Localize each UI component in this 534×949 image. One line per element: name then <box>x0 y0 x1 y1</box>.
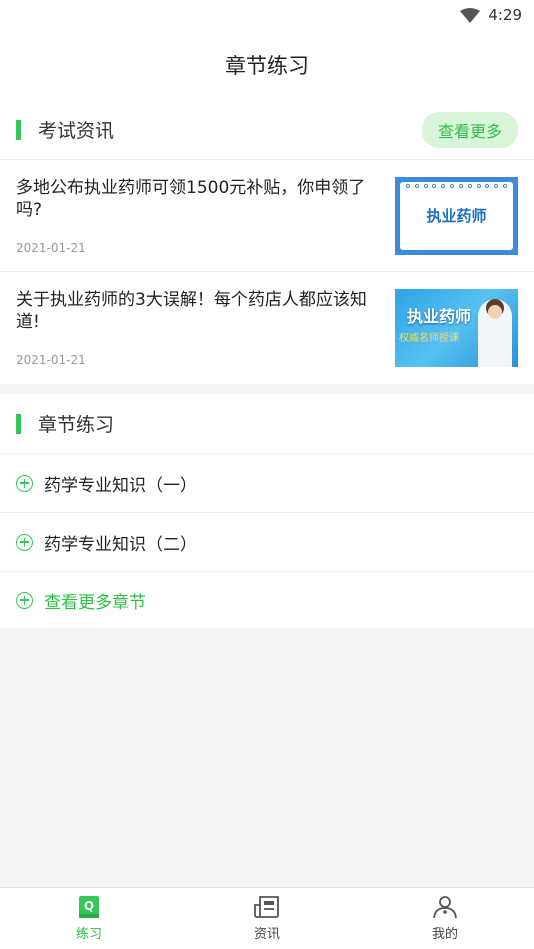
plus-circle-icon <box>16 533 33 551</box>
news-section-title: 考试资讯 <box>38 120 115 142</box>
chapters-section-title: 章节练习 <box>38 414 115 436</box>
news-section-header: 考试资讯 查看更多 <box>0 100 534 160</box>
status-time: 4:29 <box>488 6 522 24</box>
bottom-tab-bar: Q 练习 资讯 我的 <box>0 887 534 949</box>
news-date: 2021-01-21 <box>16 353 86 367</box>
view-more-button[interactable]: 查看更多 <box>421 111 518 148</box>
chapter-item[interactable]: 药学专业知识（二） <box>0 513 534 572</box>
tab-profile-label: 我的 <box>431 927 458 942</box>
news-item[interactable]: 关于执业药师的3大误解！每个药店人都应该知道! 2021-01-21 执业药师 … <box>0 272 534 384</box>
news-item[interactable]: 多地公布执业药师可领1500元补贴，你申领了吗? 2021-01-21 执业药师 <box>0 160 534 272</box>
view-more-chapters-label: 查看更多章节 <box>44 592 146 613</box>
tab-practice[interactable]: Q 练习 <box>0 888 178 949</box>
chapter-item[interactable]: 药学专业知识（一） <box>0 454 534 513</box>
tab-practice-label: 练习 <box>75 927 102 942</box>
page-title-text: 章节练习 <box>225 54 309 78</box>
plus-circle-icon <box>16 474 33 492</box>
section-divider <box>0 384 534 394</box>
news-item-text: 多地公布执业药师可领1500元补贴，你申领了吗? 2021-01-21 <box>16 177 395 255</box>
chapters-section-header: 章节练习 <box>0 394 534 454</box>
news-thumbnail: 执业药师 权威名师授课 <box>395 289 518 367</box>
page-title: 章节练习 <box>0 30 534 100</box>
view-more-chapters-button[interactable]: 查看更多章节 <box>0 572 534 628</box>
thumbnail-subtext: 权威名师授课 <box>399 333 459 344</box>
practice-book-icon: Q <box>78 895 100 919</box>
profile-icon <box>432 895 458 919</box>
status-bar: 4:29 <box>0 0 534 30</box>
wifi-icon <box>460 7 481 23</box>
tab-news[interactable]: 资讯 <box>178 888 356 949</box>
plus-circle-icon <box>16 591 33 609</box>
news-icon <box>254 895 280 919</box>
thumbnail-card: 执业药师 <box>400 181 513 250</box>
news-title: 关于执业药师的3大误解！每个药店人都应该知道! <box>16 290 367 332</box>
chapter-label: 药学专业知识（二） <box>44 534 197 555</box>
thumbnail-text: 执业药师 <box>426 207 487 225</box>
section-accent-bar <box>16 119 21 140</box>
chapter-label: 药学专业知识（一） <box>44 475 197 496</box>
news-date: 2021-01-21 <box>16 240 86 255</box>
doctor-image <box>478 299 512 367</box>
news-thumbnail: 执业药师 <box>395 176 518 255</box>
tab-news-label: 资讯 <box>253 927 280 942</box>
section-accent-bar <box>16 413 21 434</box>
news-title: 多地公布执业药师可领1500元补贴，你申领了吗? <box>16 177 366 220</box>
thumbnail-text: 执业药师 <box>407 307 472 326</box>
news-item-text: 关于执业药师的3大误解！每个药店人都应该知道! 2021-01-21 <box>16 289 395 367</box>
chapters-section: 章节练习 药学专业知识（一） 药学专业知识（二） 查看更多章节 <box>0 394 534 628</box>
news-section: 考试资讯 查看更多 多地公布执业药师可领1500元补贴，你申领了吗? 2021-… <box>0 100 534 384</box>
svg-text:Q: Q <box>84 899 94 913</box>
tab-profile[interactable]: 我的 <box>356 888 534 949</box>
